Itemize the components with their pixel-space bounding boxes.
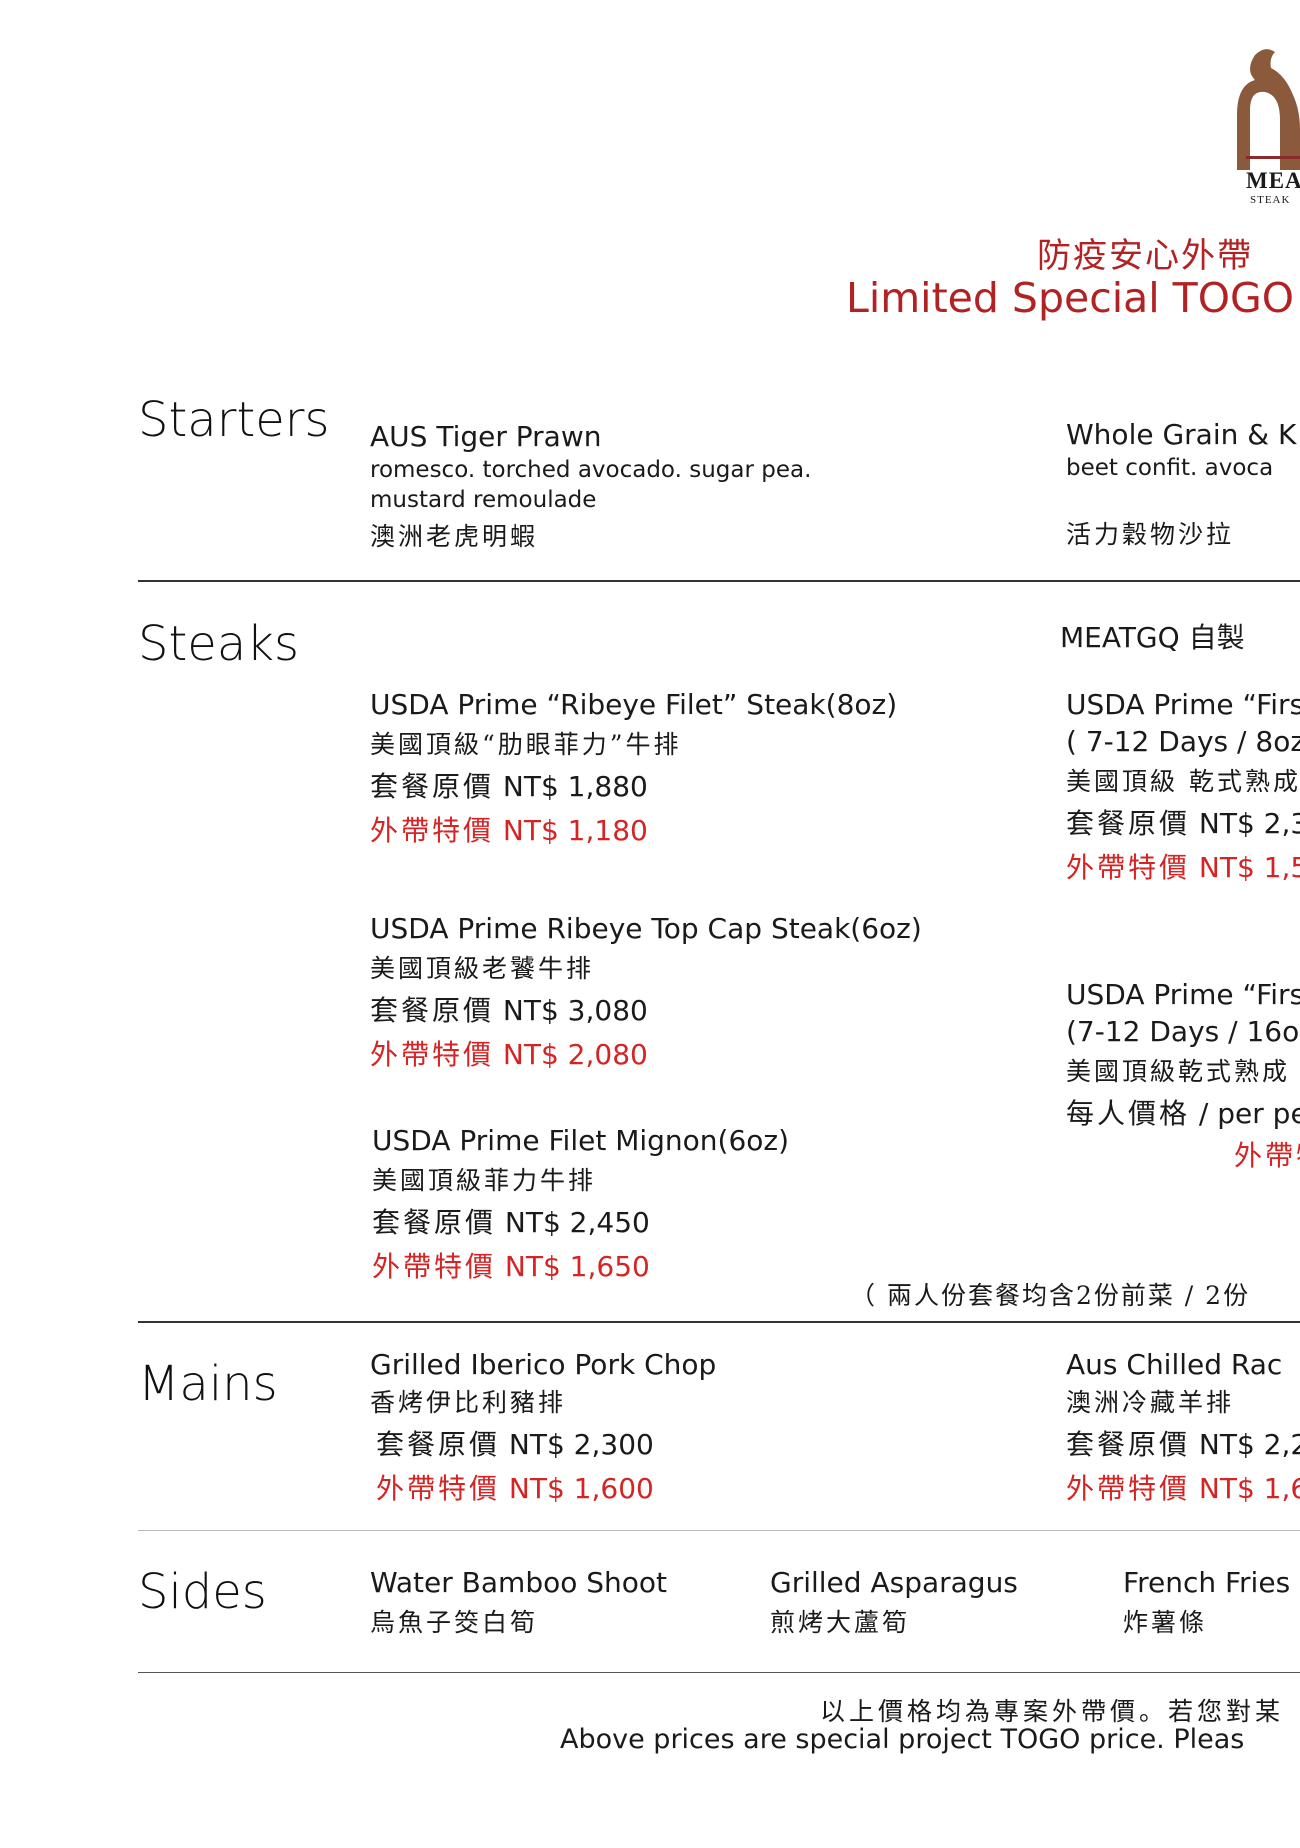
aging-days: ( 7-12 Days / 8oz — [1066, 725, 1300, 758]
starter-item: AUS Tiger Prawn romesco. torched avocado… — [370, 420, 811, 553]
original-price: 套餐原價 NT$ 2,3 — [1066, 807, 1300, 840]
section-divider — [138, 1530, 1300, 1531]
item-name-zh: 炸薯條 — [1123, 1608, 1208, 1637]
item-name-en: Water Bamboo Shoot — [370, 1566, 668, 1599]
original-price: 套餐原價 NT$ 2,450 — [372, 1206, 650, 1239]
item-name-en: USDA Prime Ribeye Top Cap Steak(6oz) — [370, 912, 922, 945]
item-name-en: USDA Prime “Firs — [1066, 978, 1300, 1011]
section-starters: Starters — [138, 392, 330, 448]
section-mains: Mains — [138, 1356, 278, 1412]
item-description: romesco. torched avocado. sugar pea. — [370, 457, 812, 483]
steak-item: USDA Prime “Firs ( 7-12 Days / 8oz 美國頂級 … — [1066, 688, 1300, 886]
side-item: Water Bamboo Shoot 烏魚子筊白筍 — [370, 1566, 667, 1639]
steaks-house-header: MEATGQ 自製 — [1060, 621, 1245, 654]
footer-note-zh: 以上價格均為專案外帶價。若您對某 — [820, 1697, 1285, 1726]
item-name-en: Whole Grain & K — [1066, 418, 1297, 451]
item-name-en: USDA Prime Filet Mignon(6oz) — [372, 1124, 790, 1157]
main-item: Grilled Iberico Pork Chop 香烤伊比利豬排 套餐原價 N… — [370, 1348, 716, 1507]
item-name-en: USDA Prime “Ribeye Filet” Steak(8oz) — [370, 688, 898, 721]
togo-price: 外帶特價 NT$ 1,180 — [370, 814, 648, 847]
togo-price: 外帶特價 NT$ 2,080 — [370, 1038, 648, 1071]
side-item: French Fries 炸薯條 — [1123, 1566, 1290, 1639]
item-name-en: USDA Prime “Firs — [1066, 688, 1300, 721]
item-name-zh: 美國頂級老饕牛排 — [370, 954, 595, 983]
togo-price: 外帶特價 NT$ 1,600 — [376, 1472, 654, 1505]
title-english: Limited Special TOGO — [846, 274, 1295, 322]
item-name-zh: 煎烤大蘆筍 — [770, 1608, 911, 1637]
footer-note-en: Above prices are special project TOGO pr… — [560, 1724, 1245, 1755]
logo-rule — [1246, 156, 1300, 159]
original-price: 套餐原價 NT$ 2,2 — [1066, 1428, 1300, 1461]
section-divider — [138, 1672, 1300, 1673]
main-item: Aus Chilled Rac 澳洲冷藏羊排 套餐原價 NT$ 2,2 外帶特價… — [1066, 1348, 1300, 1507]
item-description: mustard remoulade — [370, 487, 597, 513]
item-name-en: Grilled Iberico Pork Chop — [370, 1348, 717, 1381]
per-person-price: 每人價格 / per pe — [1066, 1097, 1300, 1130]
section-steaks: Steaks — [138, 616, 300, 672]
item-name-zh: 美國頂級“肋眼菲力”牛排 — [370, 730, 682, 759]
togo-price: 外帶特價 NT$ 1,5 — [1066, 851, 1300, 884]
item-name-en: Grilled Asparagus — [770, 1566, 1018, 1599]
section-divider — [138, 580, 1300, 582]
item-name-zh: 烏魚子筊白筍 — [370, 1608, 539, 1637]
item-name-en: French Fries — [1123, 1566, 1291, 1599]
togo-price: 外帶特 — [1234, 1139, 1300, 1172]
section-sides: Sides — [138, 1564, 267, 1620]
steak-item: USDA Prime Filet Mignon(6oz) 美國頂級菲力牛排 套餐… — [372, 1124, 789, 1285]
item-name-zh: 澳洲冷藏羊排 — [1066, 1388, 1235, 1417]
set-meal-note: （ 兩人份套餐均含2份前菜 / 2份 — [850, 1281, 1251, 1310]
item-name-zh: 澳洲老虎明蝦 — [370, 522, 539, 551]
togo-price: 外帶特價 NT$ 1,6 — [1066, 1472, 1300, 1505]
starter-item: Whole Grain & K beet confit. avoca 活力穀物沙… — [1066, 418, 1296, 551]
steak-item: USDA Prime Ribeye Top Cap Steak(6oz) 美國頂… — [370, 912, 922, 1073]
logo-word: MEA — [1246, 168, 1300, 193]
item-name-zh: 香烤伊比利豬排 — [370, 1388, 567, 1417]
aging-days: (7-12 Days / 16o — [1066, 1015, 1300, 1048]
item-name-en: Aus Chilled Rac — [1066, 1348, 1283, 1381]
item-name-zh: 美國頂級菲力牛排 — [372, 1166, 597, 1195]
original-price: 套餐原價 NT$ 3,080 — [370, 994, 648, 1027]
item-name-zh: 美國頂級 乾式熟成 — [1066, 767, 1300, 796]
togo-price: 外帶特價 NT$ 1,650 — [372, 1250, 650, 1283]
side-item: Grilled Asparagus 煎烤大蘆筍 — [770, 1566, 1018, 1639]
section-divider — [138, 1321, 1300, 1323]
original-price: 套餐原價 NT$ 2,300 — [376, 1428, 654, 1461]
item-name-zh: 美國頂級乾式熟成 — [1066, 1057, 1291, 1086]
logo-subtitle: STEAK — [1250, 194, 1291, 206]
original-price: 套餐原價 NT$ 1,880 — [370, 770, 648, 803]
steak-item: USDA Prime “Ribeye Filet” Steak(8oz) 美國頂… — [370, 688, 897, 849]
steak-item: USDA Prime “Firs (7-12 Days / 16o 美國頂級乾式… — [1066, 978, 1300, 1174]
item-name-zh: 活力穀物沙拉 — [1066, 520, 1235, 549]
menu-page: { "brand": { "logo_word": "MEA", "logo_s… — [0, 0, 1300, 1848]
title-chinese: 防疫安心外帶 — [1037, 236, 1253, 276]
item-description: beet confit. avoca — [1066, 455, 1274, 481]
item-name-en: AUS Tiger Prawn — [370, 420, 602, 453]
